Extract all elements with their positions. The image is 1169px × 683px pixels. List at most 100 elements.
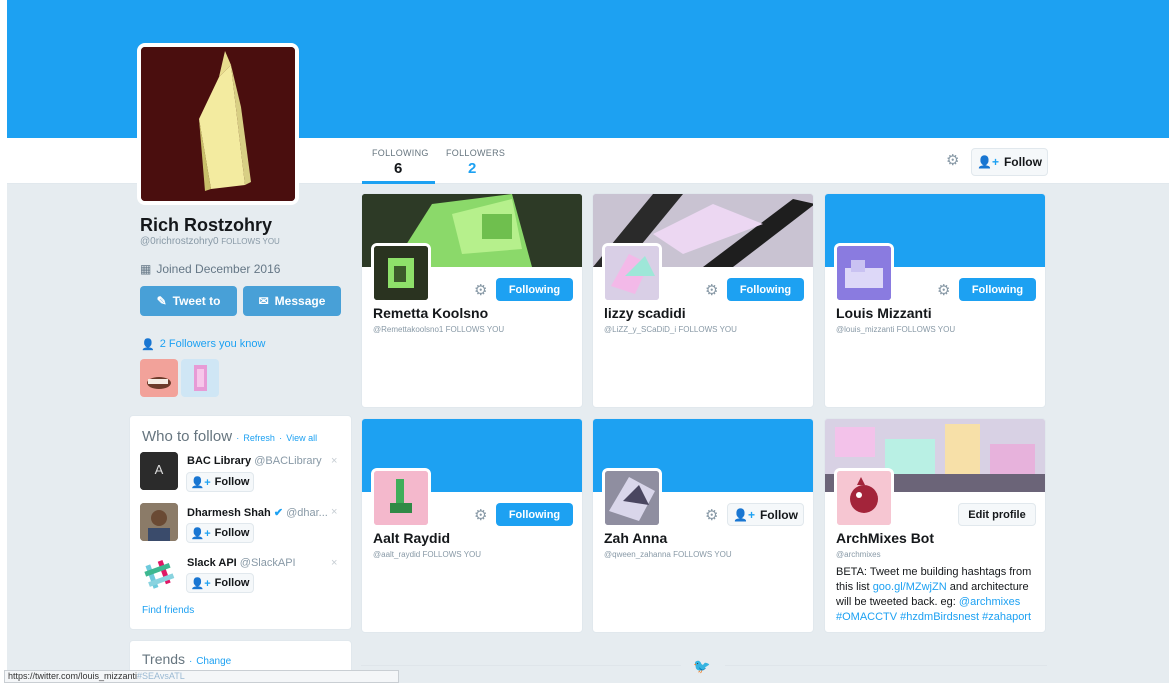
suggestion-name[interactable]: Slack API [187, 557, 237, 569]
suggestion-handle: @BACLibrary [254, 455, 322, 467]
who-to-follow-title: Who to follow [142, 428, 233, 445]
card-avatar[interactable] [602, 243, 662, 303]
suggestion-avatar-dharmesh[interactable] [140, 503, 178, 541]
card-name[interactable]: lizzy scadidi [604, 305, 686, 321]
user-card[interactable]: ⚙ 👤+ Follow Zah Anna @qween_zahanna FOLL… [592, 418, 814, 633]
dismiss-suggestion-button[interactable]: × [331, 557, 337, 569]
svg-text:A: A [155, 462, 164, 477]
follows-you-badge: FOLLOWS YOU [221, 237, 280, 246]
tab-following-count: 6 [394, 160, 403, 177]
verified-icon: ✔ [273, 507, 284, 519]
card-handle[interactable]: @Remettakoolsno1 [373, 325, 443, 334]
tab-following-label: FOLLOWING [372, 148, 429, 158]
dismiss-suggestion-button[interactable]: × [331, 455, 337, 467]
card-avatar[interactable] [834, 243, 894, 303]
card-name[interactable]: Remetta Koolsno [373, 305, 488, 321]
follows-you-badge: FOLLOWS YOU [896, 325, 956, 334]
suggestion-avatar-slack[interactable] [140, 555, 178, 593]
tweet-to-button[interactable]: ✎ Tweet to [140, 286, 237, 316]
header-follow-button[interactable]: 👤+ Follow [971, 148, 1048, 176]
joined-text: Joined December 2016 [156, 262, 281, 276]
following-button[interactable]: Following [727, 278, 804, 301]
following-button[interactable]: Following [496, 503, 573, 526]
card-avatar[interactable] [371, 468, 431, 528]
follows-you-badge: FOLLOWS YOU [673, 550, 732, 559]
follow-person-icon: 👤+ [977, 155, 999, 169]
compose-icon: ✎ [156, 294, 167, 308]
card-name[interactable]: Louis Mizzanti [836, 305, 932, 321]
following-button[interactable]: Following [959, 278, 1036, 301]
profile-name: Rich Rostzohry [140, 215, 273, 235]
footer-divider [725, 665, 1047, 666]
follow-person-icon: 👤+ [190, 577, 211, 590]
known-follower-avatar[interactable] [181, 359, 219, 397]
view-all-link[interactable]: View all [286, 433, 317, 443]
follows-you-badge: FOLLOWS YOU [445, 325, 505, 334]
profile-avatar[interactable] [137, 43, 299, 205]
suggestion-name[interactable]: BAC Library [187, 455, 251, 467]
gear-icon[interactable]: ⚙ [474, 508, 487, 523]
tweet-to-label: Tweet to [172, 294, 221, 308]
separator: · [236, 433, 240, 443]
card-name[interactable]: Zah Anna [604, 530, 667, 546]
tab-followers[interactable]: FOLLOWERS 2 [446, 148, 505, 177]
suggestion-name-line: BAC Library @BACLibrary [187, 455, 322, 467]
message-button[interactable]: ✉ Message [243, 286, 341, 316]
user-card[interactable]: ⚙ Following lizzy scadidi @LiZZ_y_SCaDiD… [592, 193, 814, 408]
header-follow-label: Follow [1003, 155, 1042, 169]
card-handle[interactable]: @aalt_raydid [373, 550, 420, 559]
following-button[interactable]: Following [496, 278, 573, 301]
follow-label: Follow [214, 527, 250, 539]
card-name[interactable]: Aalt Raydid [373, 530, 450, 546]
change-trends-link[interactable]: Change [196, 656, 231, 667]
card-handle-line: @archmixes [836, 550, 881, 559]
user-card[interactable]: ⚙ Following Louis Mizzanti @louis_mizzan… [824, 193, 1046, 408]
dismiss-suggestion-button[interactable]: × [331, 506, 337, 518]
card-handle[interactable]: @archmixes [836, 550, 881, 559]
suggestion-name-line: Dharmesh Shah ✔ @dhar... [187, 506, 328, 519]
gear-icon[interactable]: ⚙ [474, 283, 487, 298]
card-handle-line: @LiZZ_y_SCaDiD_i FOLLOWS YOU [604, 325, 737, 334]
card-avatar[interactable] [834, 468, 894, 528]
edit-profile-button[interactable]: Edit profile [958, 503, 1036, 526]
gear-icon[interactable]: ⚙ [946, 153, 959, 168]
bio-hashtags[interactable]: #OMACCTV #hzdmBirdsnest #zahaport [836, 611, 1031, 623]
tab-followers-count: 2 [468, 160, 477, 177]
gear-icon[interactable]: ⚙ [705, 508, 718, 523]
card-name[interactable]: ArchMixes Bot [836, 530, 934, 546]
left-gutter [0, 0, 7, 683]
bird-icon: 🐦 [693, 658, 711, 674]
gear-icon[interactable]: ⚙ [937, 283, 950, 298]
card-handle[interactable]: @LiZZ_y_SCaDiD_i [604, 325, 676, 334]
follow-person-icon: 👤+ [190, 476, 211, 489]
suggestion-follow-button[interactable]: 👤+ Follow [186, 573, 254, 593]
card-handle[interactable]: @qween_zahanna [604, 550, 671, 559]
browser-status-bar: https://twitter.com/louis_mizzanti#SEAvs… [4, 670, 399, 683]
card-handle-line: @qween_zahanna FOLLOWS YOU [604, 550, 732, 559]
refresh-link[interactable]: Refresh [243, 433, 275, 443]
user-card[interactable]: Edit profile ArchMixes Bot @archmixes BE… [824, 418, 1046, 633]
gear-icon[interactable]: ⚙ [705, 283, 718, 298]
follow-label: Follow [214, 476, 250, 488]
suggestion-handle: @dhar... [286, 507, 328, 519]
tab-following[interactable]: FOLLOWING 6 [372, 148, 429, 177]
user-card[interactable]: ⚙ Following Remetta Koolsno @Remettakool… [361, 193, 583, 408]
card-avatar[interactable] [371, 243, 431, 303]
suggestion-name[interactable]: Dharmesh Shah [187, 507, 271, 519]
follow-button[interactable]: 👤+ Follow [727, 503, 804, 526]
profile-handle[interactable]: @0richrostzohry0 [140, 236, 219, 247]
find-friends-link[interactable]: Find friends [142, 605, 194, 616]
bio-link[interactable]: goo.gl/MZwjZN [873, 581, 947, 593]
status-trailing: #SEAvsATL [137, 671, 185, 681]
suggestion-avatar-bac[interactable]: A [140, 452, 178, 490]
suggestion-follow-button[interactable]: 👤+ Follow [186, 472, 254, 492]
known-follower-avatar[interactable] [140, 359, 178, 397]
suggestion-follow-button[interactable]: 👤+ Follow [186, 523, 254, 543]
card-avatar[interactable] [602, 468, 662, 528]
bio-mention[interactable]: @archmixes [959, 596, 1020, 608]
card-handle[interactable]: @louis_mizzanti [836, 325, 894, 334]
follow-label: Follow [214, 577, 250, 589]
user-card[interactable]: ⚙ Following Aalt Raydid @aalt_raydid FOL… [361, 418, 583, 633]
followers-you-know[interactable]: 👤 2 Followers you know [141, 338, 265, 351]
who-to-follow-header: Who to follow · Refresh · View all [142, 428, 317, 445]
